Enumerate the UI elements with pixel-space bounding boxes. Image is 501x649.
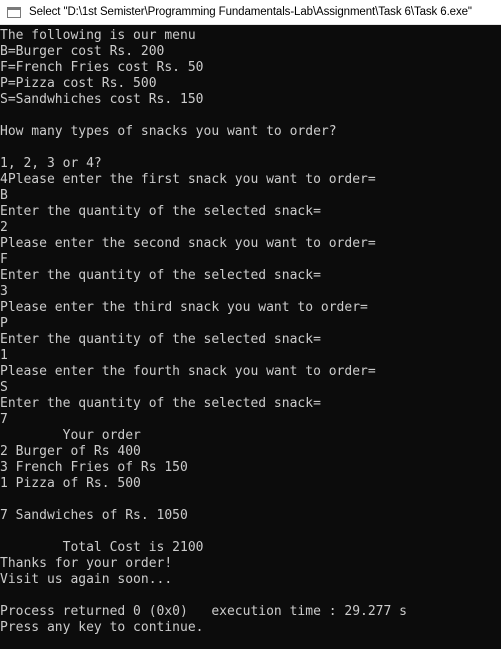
console-line: Enter the quantity of the selected snack… — [0, 268, 321, 283]
console-line: F=French Fries cost Rs. 50 — [0, 60, 204, 75]
console-line: 1 Pizza of Rs. 500 — [0, 476, 141, 491]
console-line: Enter the quantity of the selected snack… — [0, 396, 321, 411]
window-title: Select "D:\1st Semister\Programming Fund… — [29, 6, 472, 18]
console-line: F — [0, 252, 8, 267]
console-line: Please enter the second snack you want t… — [0, 236, 376, 251]
console-line: 3 — [0, 284, 8, 299]
console-line: P=Pizza cost Rs. 500 — [0, 76, 157, 91]
console-line: 7 — [0, 412, 8, 427]
console-line: Enter the quantity of the selected snack… — [0, 204, 321, 219]
console-line: Visit us again soon... — [0, 572, 173, 587]
console-line: B=Burger cost Rs. 200 — [0, 44, 165, 59]
console-line: 2 — [0, 220, 8, 235]
console-line: 4Please enter the first snack you want t… — [0, 172, 376, 187]
console-line: 7 Sandwiches of Rs. 1050 — [0, 508, 188, 523]
console-line: How many types of snacks you want to ord… — [0, 124, 337, 139]
console-line: 1 — [0, 348, 8, 363]
console-line: Press any key to continue. — [0, 620, 204, 635]
console-output[interactable]: The following is our menu B=Burger cost R… — [0, 28, 501, 649]
console-line: The following is our menu — [0, 28, 196, 43]
console-window: Select "D:\1st Semister\Programming Fund… — [0, 0, 501, 649]
console-line: Thanks for your order! — [0, 556, 173, 571]
console-line: Your order — [0, 428, 141, 443]
console-line: Total Cost is 2100 — [0, 540, 204, 555]
console-line: 3 French Fries of Rs 150 — [0, 460, 188, 475]
console-line: Please enter the fourth snack you want t… — [0, 364, 376, 379]
console-line: Process returned 0 (0x0) execution time … — [0, 604, 407, 619]
console-line: S — [0, 380, 8, 395]
console-line: S=Sandwhiches cost Rs. 150 — [0, 92, 204, 107]
console-line: Enter the quantity of the selected snack… — [0, 332, 321, 347]
title-bar[interactable]: Select "D:\1st Semister\Programming Fund… — [0, 0, 501, 25]
console-line: 2 Burger of Rs 400 — [0, 444, 141, 459]
console-line: P — [0, 316, 8, 331]
console-app-icon — [7, 6, 21, 18]
console-line: Please enter the third snack you want to… — [0, 300, 368, 315]
console-line: B — [0, 188, 8, 203]
console-line: 1, 2, 3 or 4? — [0, 156, 102, 171]
